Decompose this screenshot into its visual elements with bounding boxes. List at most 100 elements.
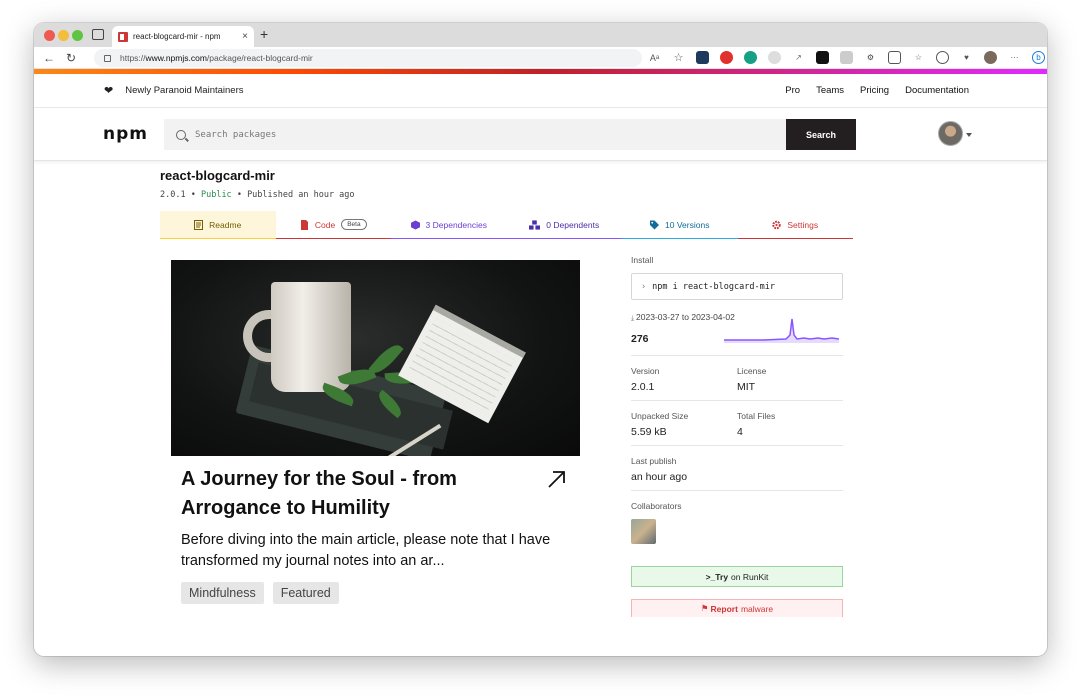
blog-card-image[interactable] [171,260,580,456]
lock-icon [104,54,111,62]
file-code-icon [300,219,308,230]
tab-readme-label: Readme [209,219,242,230]
heart-icon[interactable]: ♥ [960,51,973,64]
extension-icon-4[interactable] [768,51,781,64]
last-publish: Last publish an hour ago [631,446,843,491]
zoom-window-button[interactable] [72,30,83,41]
extension-icon-5[interactable]: ↗ [792,51,805,64]
size-files-row: Unpacked Size 5.59 kB Total Files 4 [631,401,843,446]
total-files-label: Total Files [737,411,776,421]
tab-versions[interactable]: 10 Versions [622,211,738,239]
user-avatar[interactable] [938,121,963,146]
downloads-sparkline [724,318,839,343]
tab-code[interactable]: Code Beta [275,211,391,239]
gear-icon [772,220,782,229]
document-icon [194,219,204,230]
install-label: Install [631,255,654,265]
search-button[interactable]: Search [786,119,856,150]
tagline[interactable]: Newly Paranoid Maintainers [125,85,243,96]
browser-tab-title: react-blogcard-mir - npm [133,32,221,41]
read-aloud-icon[interactable]: Aᵃ [648,51,661,64]
flag-icon: ⚑ [700,603,709,613]
collections-icon[interactable] [936,51,949,64]
license-value: MIT [737,381,756,393]
tab-versions-label: 10 Versions [665,219,710,230]
tag-chip[interactable]: Featured [272,582,339,604]
tab-dependents-label: 0 Dependents [546,219,600,230]
heart-icon: ❤ [104,85,114,97]
tab-dependencies-label: 3 Dependencies [425,219,487,230]
chevron-down-icon[interactable] [966,133,972,137]
new-tab-button[interactable]: + [260,26,268,42]
browser-toolbar-icons: Aᵃ ☆ ↗ ⚙ ☆ ♥ ··· b [648,51,1045,64]
package-tabs: Readme Code Beta 3 Dependencies 0 Depend… [160,211,853,239]
tab-dependencies[interactable]: 3 Dependencies [391,211,507,239]
extension-icon-6[interactable] [816,51,829,64]
bing-icon[interactable]: b [1032,51,1045,64]
tag-chip[interactable]: Mindfulness [181,582,264,604]
link-pro[interactable]: Pro [785,85,800,96]
link-pricing[interactable]: Pricing [860,85,889,96]
runkit-prefix: >_Try [705,571,729,582]
report-malware-button[interactable]: ⚑ Report malware [631,599,843,617]
url-path: /package/react-blogcard-mir [206,53,313,63]
back-arrow-icon[interactable]: ← [38,51,60,65]
extension-icon-1[interactable] [696,51,709,64]
npm-logo[interactable]: npm [103,124,164,144]
package-name: react-blogcard-mir [160,168,275,183]
package-sidebar: Install › npm i react-blogcard-mir ⤓ 202… [631,255,843,617]
url-domain: www.npmjs.com [145,53,207,63]
package-visibility: Public [200,190,232,200]
more-menu-icon[interactable]: ··· [1008,51,1021,64]
last-publish-value: an hour ago [631,471,688,483]
favorites-icon[interactable]: ☆ [912,51,925,64]
install-command-box[interactable]: › npm i react-blogcard-mir [631,273,843,300]
tab-settings-label: Settings [787,219,819,230]
extension-icon-2[interactable] [720,51,733,64]
close-tab-icon[interactable]: × [242,31,248,42]
install-command: npm i react-blogcard-mir [652,281,775,292]
shield-icon[interactable] [840,51,853,64]
tab-readme[interactable]: Readme [160,211,276,239]
tab-strip: react-blogcard-mir - npm × + [34,23,1047,47]
npm-favicon-icon [118,31,128,42]
split-screen-icon[interactable] [888,51,901,64]
tags-icon [650,220,660,229]
search-input[interactable]: Search packages [164,119,786,150]
profile-avatar-icon[interactable] [984,51,997,64]
total-files-value: 4 [737,426,743,438]
close-window-button[interactable] [44,30,55,41]
separator: • [236,190,242,200]
report-suffix: malware [740,603,774,614]
search-icon [176,129,186,140]
beta-badge: Beta [341,219,367,230]
tab-overview-icon[interactable] [92,29,104,40]
link-teams[interactable]: Teams [816,85,844,96]
version-value: 2.0.1 [631,381,655,393]
external-link-arrow-icon[interactable] [548,470,566,488]
package-meta: 2.0.1 • Public • Published an hour ago [160,190,355,200]
puzzle-icon[interactable]: ⚙ [864,51,877,64]
tab-settings[interactable]: Settings [737,211,853,239]
blog-card-description: Before diving into the main article, ple… [181,532,551,569]
address-bar: ← ↻ https://www.npmjs.com/package/react-… [34,47,1047,69]
try-on-runkit-button[interactable]: >_Try on RunKit [631,566,843,587]
reload-icon[interactable]: ↻ [60,51,82,65]
blog-card-title[interactable]: A Journey for the Soul - from Arrogance … [181,465,511,523]
terminal-prompt-icon: › [641,281,647,292]
collaborators: Collaborators [631,491,843,544]
url-prefix: https:// [120,53,146,63]
link-documentation[interactable]: Documentation [905,85,969,96]
minimize-window-button[interactable] [58,30,69,41]
url-field[interactable]: https://www.npmjs.com/package/react-blog… [94,49,642,67]
version-license-row: Version 2.0.1 License MIT [631,356,843,401]
search-form: Search packages Search [164,119,856,150]
extension-icon-3[interactable] [744,51,757,64]
browser-tab-active[interactable]: react-blogcard-mir - npm × [112,26,254,47]
favorite-star-icon[interactable]: ☆ [672,51,685,64]
box-icon [410,220,420,229]
report-prefix: Report [710,603,738,614]
tab-dependents[interactable]: 0 Dependents [506,211,622,239]
tab-code-label: Code [314,219,336,230]
collaborator-avatar[interactable] [631,519,656,544]
